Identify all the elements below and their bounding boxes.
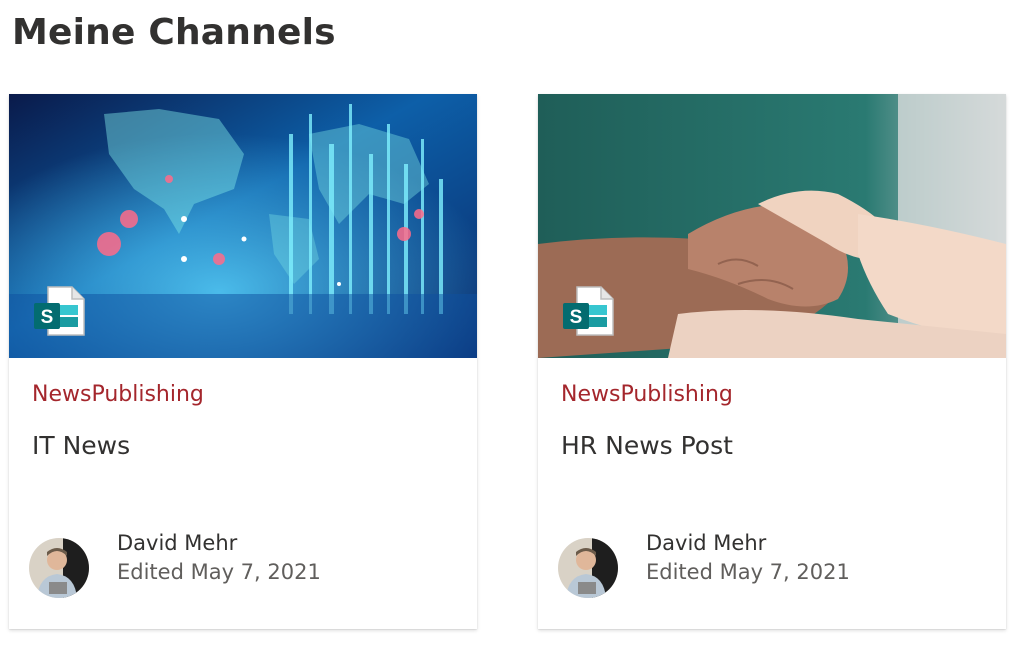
svg-text:S: S <box>570 307 583 328</box>
author-name: David Mehr <box>646 531 767 555</box>
channel-label[interactable]: NewsPublishing <box>32 382 204 407</box>
edited-date: Edited May 7, 2021 <box>646 560 850 584</box>
avatar <box>29 538 89 598</box>
avatar <box>558 538 618 598</box>
news-thumbnail[interactable]: S <box>538 94 1006 358</box>
news-thumbnail[interactable]: S <box>9 94 477 358</box>
channel-label[interactable]: NewsPublishing <box>561 382 733 407</box>
sharepoint-page-icon: S <box>561 283 617 339</box>
news-card-it-news[interactable]: S NewsPublishing IT News David Mehr Edit… <box>9 94 477 629</box>
sharepoint-page-icon: S <box>32 283 88 339</box>
svg-text:S: S <box>41 307 54 328</box>
author-name: David Mehr <box>117 531 238 555</box>
news-title[interactable]: HR News Post <box>561 431 733 460</box>
page-title: Meine Channels <box>12 12 336 53</box>
edited-date: Edited May 7, 2021 <box>117 560 321 584</box>
news-title[interactable]: IT News <box>32 431 130 460</box>
news-card-hr-news-post[interactable]: S NewsPublishing HR News Post David Mehr… <box>538 94 1006 629</box>
